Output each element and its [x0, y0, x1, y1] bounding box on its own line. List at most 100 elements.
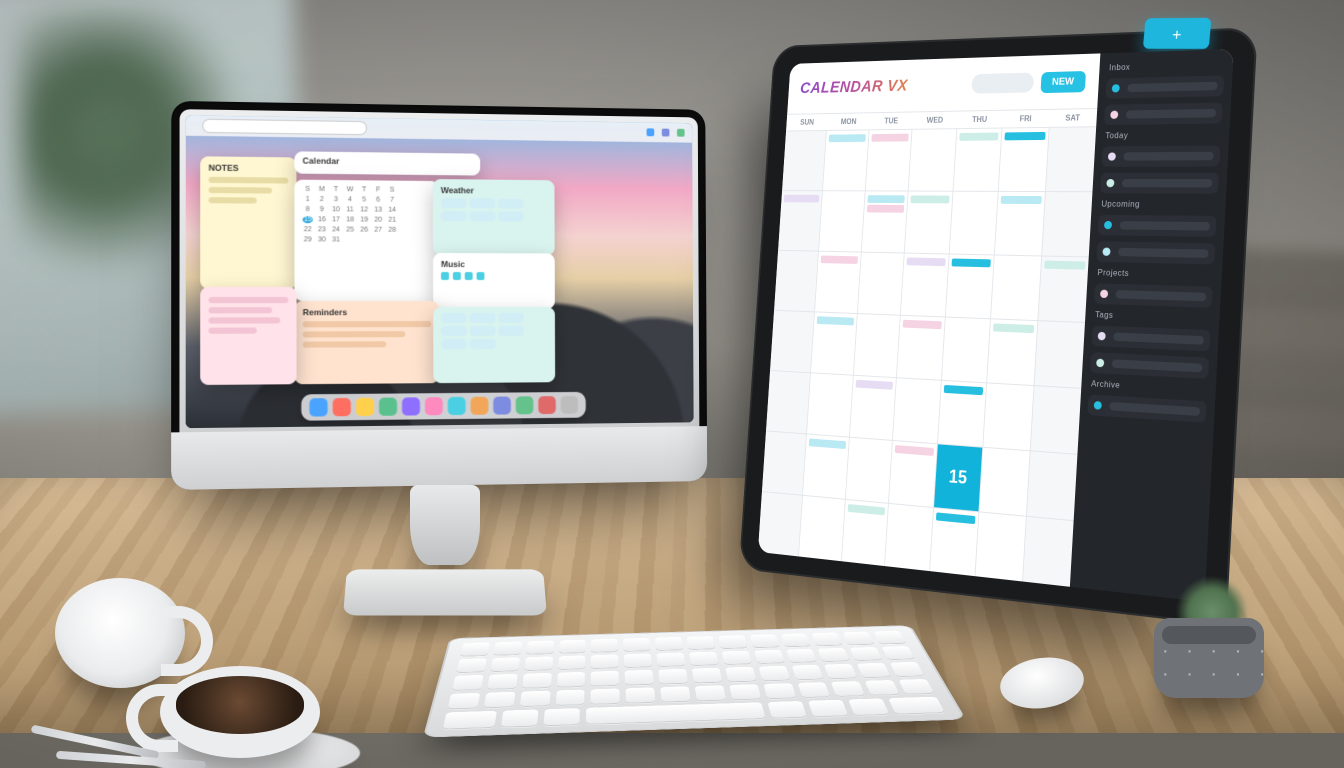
day-cell[interactable]: [1042, 192, 1093, 256]
today-highlight[interactable]: 15: [934, 444, 983, 511]
day-cell[interactable]: [991, 255, 1041, 320]
day-cell[interactable]: [854, 314, 900, 377]
day-cell[interactable]: [942, 318, 991, 383]
day-cell[interactable]: [858, 253, 904, 315]
day-cell[interactable]: [889, 441, 937, 507]
day-cell[interactable]: [999, 128, 1048, 191]
notes-widget[interactable]: NOTES: [200, 156, 296, 289]
reminders-widget[interactable]: Reminders: [295, 301, 440, 384]
day-cell[interactable]: [811, 312, 856, 374]
sidebar-item[interactable]: [1091, 325, 1210, 351]
day-cell[interactable]: [1034, 321, 1085, 388]
sidebar-item[interactable]: [1087, 394, 1206, 422]
day-cell[interactable]: [897, 316, 944, 380]
day-cell[interactable]: [850, 376, 896, 440]
day-cell[interactable]: [782, 131, 826, 190]
day-cell[interactable]: [987, 319, 1037, 385]
dock-app-icon[interactable]: [493, 397, 511, 415]
day-cell[interactable]: [1046, 127, 1097, 191]
dock-app-icon[interactable]: [425, 397, 443, 415]
dock-app-icon[interactable]: [309, 398, 327, 416]
day-cell[interactable]: [1030, 386, 1081, 454]
day-cell[interactable]: [901, 254, 948, 317]
day-cell[interactable]: [938, 381, 987, 447]
weekday-label: TUE: [869, 112, 913, 129]
menu-search-field[interactable]: [202, 119, 367, 136]
menubar-status-icon[interactable]: [647, 128, 655, 136]
day-cell[interactable]: [1023, 517, 1074, 587]
dock-app-icon[interactable]: [356, 398, 374, 416]
day-cell[interactable]: [945, 254, 993, 318]
sticky-note-widget[interactable]: [200, 287, 296, 385]
day-cell[interactable]: [909, 129, 956, 191]
calendar-header: CALENDAR VX NEW: [787, 53, 1100, 114]
day-cell[interactable]: [819, 191, 864, 251]
new-event-fab[interactable]: ＋: [1143, 18, 1212, 49]
day-cell[interactable]: [862, 191, 908, 252]
sidebar-item[interactable]: [1100, 173, 1219, 194]
day-cell[interactable]: [815, 252, 860, 313]
day-cell[interactable]: [803, 434, 848, 498]
sidebar-item[interactable]: [1094, 283, 1213, 308]
dock-app-icon[interactable]: [516, 396, 534, 414]
day-cell[interactable]: [758, 492, 803, 556]
menubar-status-icon[interactable]: [662, 129, 670, 137]
day-cell[interactable]: [905, 192, 952, 254]
day-cell[interactable]: [1038, 256, 1089, 322]
weekday-label: WED: [912, 112, 957, 129]
sidebar-item[interactable]: [1090, 352, 1209, 379]
widget-title: Reminders: [303, 307, 432, 317]
day-cell[interactable]: [846, 438, 893, 503]
day-cell[interactable]: [807, 373, 852, 436]
day-cell[interactable]: [770, 311, 814, 373]
imac-stand-neck: [410, 485, 480, 565]
weather-widget[interactable]: Weather: [433, 179, 555, 255]
dock-app-icon[interactable]: [470, 397, 488, 415]
day-cell[interactable]: [1026, 451, 1077, 520]
day-cell[interactable]: [766, 371, 810, 434]
sidebar-item[interactable]: [1096, 241, 1215, 264]
day-cell[interactable]: [953, 129, 1001, 191]
day-cell[interactable]: [949, 192, 997, 255]
dock-app-icon[interactable]: [402, 397, 420, 415]
tiles-widget[interactable]: [433, 307, 555, 383]
day-cell[interactable]: [823, 130, 868, 190]
day-cell[interactable]: [980, 448, 1030, 516]
widget-title: NOTES: [208, 163, 288, 174]
dock-app-icon[interactable]: [538, 396, 556, 414]
month-grid[interactable]: 15: [758, 127, 1096, 587]
calendar-widget[interactable]: SMTWTFS 1234567 891011121314 15161718192…: [294, 180, 439, 301]
mini-month-grid: SMTWTFS 1234567 891011121314 15161718192…: [303, 186, 431, 244]
weekday-label: MON: [827, 113, 870, 130]
day-cell[interactable]: [930, 508, 979, 576]
sidebar-item[interactable]: [1102, 145, 1221, 166]
dock-app-icon[interactable]: [448, 397, 466, 415]
day-cell[interactable]: [866, 130, 912, 191]
header-field[interactable]: [971, 72, 1034, 93]
sidebar-item[interactable]: [1106, 75, 1225, 98]
day-cell[interactable]: [762, 431, 806, 494]
day-cell[interactable]: [778, 191, 822, 251]
day-cell[interactable]: [976, 512, 1026, 581]
day-cell[interactable]: [995, 192, 1045, 256]
day-cell[interactable]: [774, 251, 818, 312]
sidebar-item[interactable]: [1098, 215, 1217, 237]
weekday-label: FRI: [1002, 110, 1050, 128]
tablet-device: ＋ CALENDAR VX NEW SUN MON TUE: [718, 34, 1248, 594]
dock-app-icon[interactable]: [561, 396, 579, 414]
window-titlebar[interactable]: Calendar: [294, 151, 480, 175]
keyboard[interactable]: [423, 625, 966, 738]
dock-app-icon[interactable]: [379, 398, 397, 416]
dock-app-icon[interactable]: [333, 398, 351, 416]
menubar-status-icon[interactable]: [677, 129, 685, 137]
day-cell[interactable]: [983, 383, 1033, 450]
day-cell[interactable]: [842, 500, 889, 566]
day-cell[interactable]: [893, 378, 940, 443]
day-cell[interactable]: [799, 496, 845, 561]
dock[interactable]: [301, 392, 586, 421]
day-cell[interactable]: 15: [934, 444, 983, 511]
sidebar-item[interactable]: [1104, 102, 1223, 125]
day-cell[interactable]: [885, 504, 933, 571]
music-widget[interactable]: Music: [433, 253, 555, 309]
new-button[interactable]: NEW: [1040, 70, 1086, 92]
